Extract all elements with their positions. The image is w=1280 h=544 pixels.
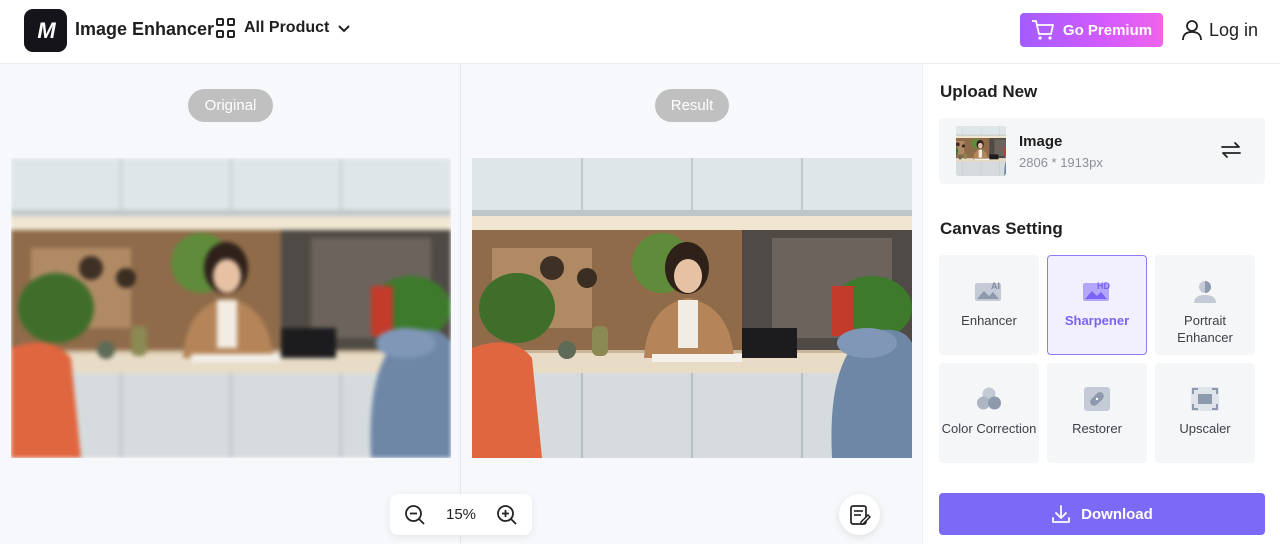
replace-image-icon[interactable] xyxy=(1219,138,1243,162)
download-label: Download xyxy=(1081,505,1153,523)
image-thumbnail xyxy=(956,126,1006,176)
cart-icon xyxy=(1031,20,1054,40)
original-image xyxy=(11,158,451,458)
download-button[interactable]: Download xyxy=(939,493,1265,535)
logo-mark: M xyxy=(37,17,55,43)
app-logo[interactable]: M xyxy=(24,9,67,52)
upscale-frame-icon xyxy=(1191,387,1219,411)
tool-label: Sharpener xyxy=(1064,313,1130,328)
tool-label: Color Correction xyxy=(941,421,1037,436)
login-label: Log in xyxy=(1209,19,1259,40)
bandage-icon xyxy=(1084,387,1110,411)
svg-text:HD: HD xyxy=(1097,281,1110,291)
top-header: M Image Enhancer All Product Go Premium … xyxy=(0,0,1280,64)
tool-label: Enhancer xyxy=(961,313,1017,328)
zoom-controls: 15% xyxy=(390,494,532,535)
tool-restorer[interactable]: Restorer xyxy=(1047,363,1147,463)
compare-divider[interactable] xyxy=(460,64,461,544)
hd-image-icon: HD xyxy=(1083,281,1110,301)
tool-sharpener[interactable]: HD Sharpener xyxy=(1047,255,1147,355)
image-dimensions: 2806 * 1913px xyxy=(1019,155,1103,170)
uploaded-image-card[interactable]: Image 2806 * 1913px xyxy=(939,118,1265,184)
zoom-in-icon[interactable] xyxy=(496,504,518,526)
settings-panel: Upload New Image 2806 * 1913px Canvas Se… xyxy=(922,64,1280,544)
user-icon xyxy=(1182,20,1202,41)
zoom-out-icon[interactable] xyxy=(404,504,426,526)
go-premium-label: Go Premium xyxy=(1062,21,1153,39)
app-title[interactable]: Image Enhancer xyxy=(75,19,214,40)
tool-color-correction[interactable]: Color Correction xyxy=(939,363,1039,463)
image-name: Image xyxy=(1019,133,1063,150)
feedback-button[interactable] xyxy=(839,494,880,535)
zoom-level: 15% xyxy=(445,506,477,523)
all-product-menu[interactable]: All Product xyxy=(216,18,351,38)
portrait-icon xyxy=(1194,281,1216,303)
color-circles-icon xyxy=(977,387,1001,410)
result-image xyxy=(472,158,912,458)
upload-title: Upload New xyxy=(940,82,1038,101)
ai-image-icon: AI xyxy=(975,281,1001,301)
go-premium-button[interactable]: Go Premium xyxy=(1020,13,1163,47)
tool-label: Restorer xyxy=(1072,421,1122,436)
canvas-setting-title: Canvas Setting xyxy=(940,219,1063,238)
chevron-down-icon xyxy=(338,25,351,33)
grid-icon xyxy=(216,18,236,38)
svg-text:AI: AI xyxy=(991,281,1000,291)
all-product-label: All Product xyxy=(244,19,330,36)
preview-canvas: Original Result 15% xyxy=(0,64,922,544)
tool-upscaler[interactable]: Upscaler xyxy=(1155,363,1255,463)
original-badge: Original xyxy=(188,89,273,122)
tool-label: Upscaler xyxy=(1179,421,1231,436)
result-badge: Result xyxy=(655,89,729,122)
download-icon xyxy=(1052,505,1071,523)
tool-enhancer[interactable]: AI Enhancer xyxy=(939,255,1039,355)
login-button[interactable]: Log in xyxy=(1181,19,1258,41)
note-edit-icon xyxy=(849,504,871,525)
tool-label: Portrait Enhancer xyxy=(1177,313,1233,345)
tool-portrait-enhancer[interactable]: Portrait Enhancer xyxy=(1155,255,1255,355)
